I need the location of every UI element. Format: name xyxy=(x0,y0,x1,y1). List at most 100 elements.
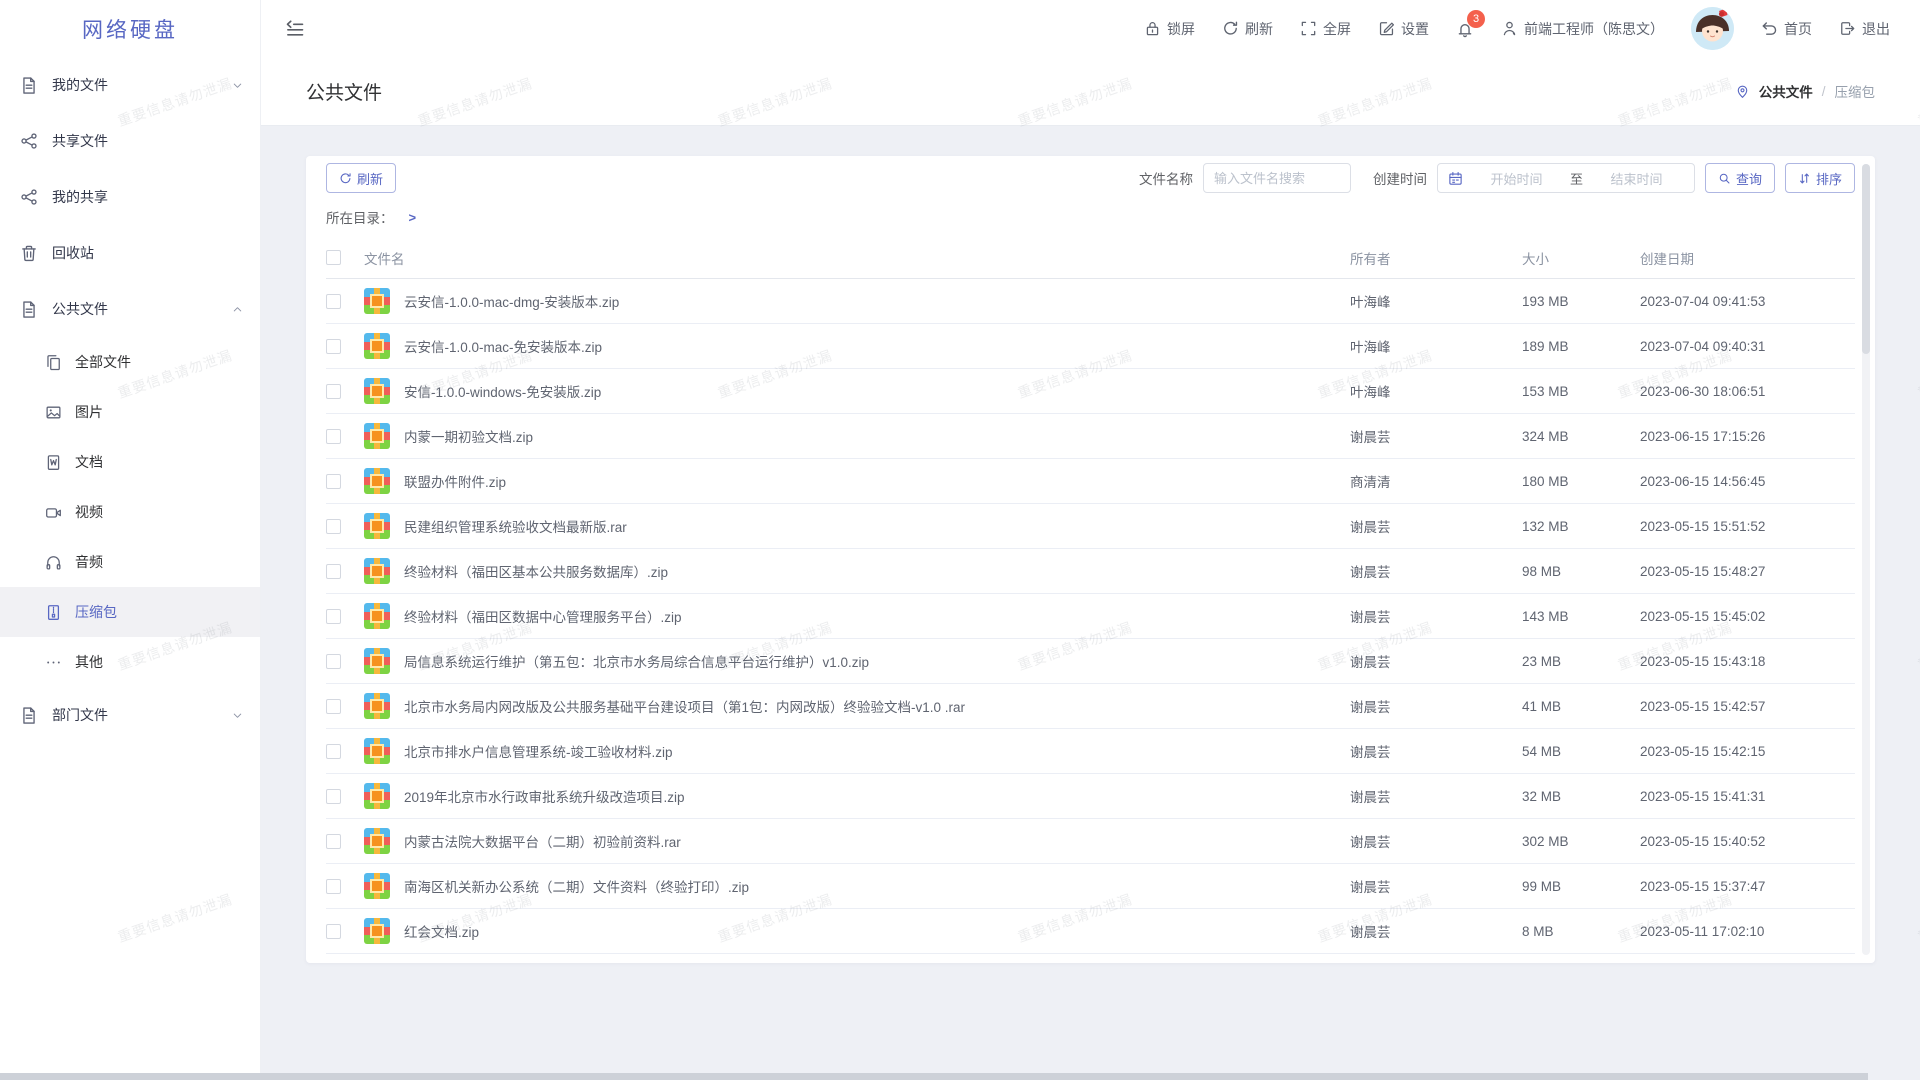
table-row[interactable]: 民建组织管理系统验收文档最新版.rar谢晨芸132 MB2023-05-15 1… xyxy=(326,504,1855,549)
scrollbar-thumb[interactable] xyxy=(1862,164,1870,354)
file-name[interactable]: 内蒙古法院大数据平台（二期）初验前资料.rar xyxy=(404,835,681,850)
row-checkbox[interactable] xyxy=(326,429,341,444)
file-size: 32 MB xyxy=(1522,789,1640,804)
table-row[interactable]: 云安信-1.0.0-mac-免安装版本.zip叶海峰189 MB2023-07-… xyxy=(326,324,1855,369)
sidebar-item-images[interactable]: 图片 xyxy=(0,387,260,437)
row-checkbox[interactable] xyxy=(326,654,341,669)
sort-button[interactable]: 排序 xyxy=(1785,163,1855,193)
date-range-picker[interactable]: 开始时间 至 结束时间 xyxy=(1437,163,1695,193)
row-checkbox[interactable] xyxy=(326,474,341,489)
file-name[interactable]: 北京市排水户信息管理系统-竣工验收材料.zip xyxy=(404,745,673,760)
table-row[interactable]: 安信-1.0.0-windows-免安装版.zip叶海峰153 MB2023-0… xyxy=(326,369,1855,414)
file-size: 143 MB xyxy=(1522,609,1640,624)
sidebar-item-archives[interactable]: 压缩包 xyxy=(0,587,260,637)
search-button[interactable]: 查询 xyxy=(1705,163,1775,193)
table-row[interactable]: 2019年北京市水行政审批系统升级改造项目.zip谢晨芸32 MB2023-05… xyxy=(326,774,1855,819)
settings-button[interactable]: 设置 xyxy=(1378,19,1429,39)
avatar[interactable] xyxy=(1691,7,1734,50)
sidebar-item-others[interactable]: 其他 xyxy=(0,637,260,687)
document-icon xyxy=(20,76,38,94)
file-owner: 谢晨芸 xyxy=(1350,606,1522,626)
row-checkbox[interactable] xyxy=(326,924,341,939)
file-table: 文件名所有者大小创建日期云安信-1.0.0-mac-dmg-安装版本.zip叶海… xyxy=(326,237,1855,954)
sidebar-item-shared-files[interactable]: 共享文件 xyxy=(0,113,260,169)
topbar-action-label: 刷新 xyxy=(1245,19,1273,39)
file-date: 2023-05-15 15:48:27 xyxy=(1640,564,1855,579)
start-time-placeholder[interactable]: 开始时间 xyxy=(1469,169,1564,188)
row-checkbox[interactable] xyxy=(326,384,341,399)
column-header-name: 文件名 xyxy=(364,248,1350,268)
sidebar-item-my-files[interactable]: 我的文件 xyxy=(0,57,260,113)
table-row[interactable]: 联盟办件附件.zip商清清180 MB2023-06-15 14:56:45 xyxy=(326,459,1855,504)
file-date: 2023-05-11 17:02:10 xyxy=(1640,924,1855,939)
notifications-button[interactable]: 3 xyxy=(1456,20,1474,38)
row-checkbox[interactable] xyxy=(326,609,341,624)
table-row[interactable]: 云安信-1.0.0-mac-dmg-安装版本.zip叶海峰193 MB2023-… xyxy=(326,279,1855,324)
vertical-scrollbar[interactable] xyxy=(1862,164,1870,955)
table-row[interactable]: 终验材料（福田区数据中心管理服务平台）.zip谢晨芸143 MB2023-05-… xyxy=(326,594,1855,639)
table-row[interactable]: 终验材料（福田区基本公共服务数据库）.zip谢晨芸98 MB2023-05-15… xyxy=(326,549,1855,594)
file-name[interactable]: 民建组织管理系统验收文档最新版.rar xyxy=(404,520,627,535)
file-name[interactable]: 联盟办件附件.zip xyxy=(404,475,506,490)
file-name[interactable]: 内蒙一期初验文档.zip xyxy=(404,430,533,445)
topbar-action-label: 全屏 xyxy=(1323,19,1351,39)
sidebar-item-department-files[interactable]: 部门文件 xyxy=(0,687,260,743)
sidebar-item-public-files[interactable]: 公共文件 xyxy=(0,281,260,337)
refresh-button[interactable]: 刷新 xyxy=(326,163,396,193)
sidebar-item-my-shares[interactable]: 我的共享 xyxy=(0,169,260,225)
row-checkbox[interactable] xyxy=(326,744,341,759)
table-row[interactable]: 南海区机关新办公系统（二期）文件资料（终验打印）.zip谢晨芸99 MB2023… xyxy=(326,864,1855,909)
collapse-sidebar-icon[interactable] xyxy=(285,19,305,39)
sidebar-item-videos[interactable]: 视频 xyxy=(0,487,260,537)
table-row[interactable]: 局信息系统运行维护（第五包：北京市水务局综合信息平台运行维护）v1.0.zip谢… xyxy=(326,639,1855,684)
sidebar-item-documents[interactable]: 文档 xyxy=(0,437,260,487)
chevron-down-icon xyxy=(231,709,244,722)
row-checkbox[interactable] xyxy=(326,789,341,804)
end-time-placeholder[interactable]: 结束时间 xyxy=(1589,169,1684,188)
zip-icon xyxy=(45,604,62,621)
file-name[interactable]: 局信息系统运行维护（第五包：北京市水务局综合信息平台运行维护）v1.0.zip xyxy=(404,655,869,670)
file-name[interactable]: 终验材料（福田区基本公共服务数据库）.zip xyxy=(404,565,668,580)
row-checkbox[interactable] xyxy=(326,339,341,354)
file-size: 189 MB xyxy=(1522,339,1640,354)
file-name[interactable]: 终验材料（福田区数据中心管理服务平台）.zip xyxy=(404,610,682,625)
row-checkbox[interactable] xyxy=(326,519,341,534)
lock-screen-button[interactable]: 锁屏 xyxy=(1144,19,1195,39)
row-checkbox[interactable] xyxy=(326,834,341,849)
file-name[interactable]: 云安信-1.0.0-mac-dmg-安装版本.zip xyxy=(404,295,619,310)
horizontal-scrollbar[interactable] xyxy=(0,1073,1868,1080)
file-size: 23 MB xyxy=(1522,654,1640,669)
zip-file-icon xyxy=(364,558,390,584)
table-row[interactable]: 北京市排水户信息管理系统-竣工验收材料.zip谢晨芸54 MB2023-05-1… xyxy=(326,729,1855,774)
directory-root-arrow[interactable]: > xyxy=(409,210,417,225)
topbar: 锁屏 刷新 全屏 设置 3 前端工程师（陈思文） xyxy=(261,0,1920,57)
refresh-button[interactable]: 刷新 xyxy=(1222,19,1273,39)
file-name-search-input[interactable] xyxy=(1203,163,1351,193)
user-menu[interactable]: 前端工程师（陈思文） xyxy=(1501,19,1664,39)
row-checkbox[interactable] xyxy=(326,564,341,579)
logout-button[interactable]: 退出 xyxy=(1839,19,1890,39)
file-owner: 谢晨芸 xyxy=(1350,516,1522,536)
select-all-checkbox[interactable] xyxy=(326,250,341,265)
table-row[interactable]: 内蒙一期初验文档.zip谢晨芸324 MB2023-06-15 17:15:26 xyxy=(326,414,1855,459)
file-name[interactable]: 云安信-1.0.0-mac-免安装版本.zip xyxy=(404,340,602,355)
row-checkbox[interactable] xyxy=(326,294,341,309)
table-row[interactable]: 北京市水务局内网改版及公共服务基础平台建设项目（第1包：内网改版）终验验文档-v… xyxy=(326,684,1855,729)
file-name[interactable]: 北京市水务局内网改版及公共服务基础平台建设项目（第1包：内网改版）终验验文档-v… xyxy=(404,700,965,715)
file-name[interactable]: 2019年北京市水行政审批系统升级改造项目.zip xyxy=(404,790,685,805)
sidebar-item-audio[interactable]: 音频 xyxy=(0,537,260,587)
file-date: 2023-05-15 15:42:57 xyxy=(1640,699,1855,714)
breadcrumb-root[interactable]: 公共文件 xyxy=(1759,81,1813,101)
topbar-action-label: 设置 xyxy=(1401,19,1429,39)
table-row[interactable]: 红会文档.zip谢晨芸8 MB2023-05-11 17:02:10 xyxy=(326,909,1855,954)
home-button[interactable]: 首页 xyxy=(1761,19,1812,39)
row-checkbox[interactable] xyxy=(326,699,341,714)
sidebar-item-all-files[interactable]: 全部文件 xyxy=(0,337,260,387)
file-name[interactable]: 安信-1.0.0-windows-免安装版.zip xyxy=(404,385,601,400)
fullscreen-button[interactable]: 全屏 xyxy=(1300,19,1351,39)
file-name[interactable]: 红会文档.zip xyxy=(404,925,479,940)
row-checkbox[interactable] xyxy=(326,879,341,894)
file-name[interactable]: 南海区机关新办公系统（二期）文件资料（终验打印）.zip xyxy=(404,880,749,895)
table-row[interactable]: 内蒙古法院大数据平台（二期）初验前资料.rar谢晨芸302 MB2023-05-… xyxy=(326,819,1855,864)
sidebar-item-recycle-bin[interactable]: 回收站 xyxy=(0,225,260,281)
